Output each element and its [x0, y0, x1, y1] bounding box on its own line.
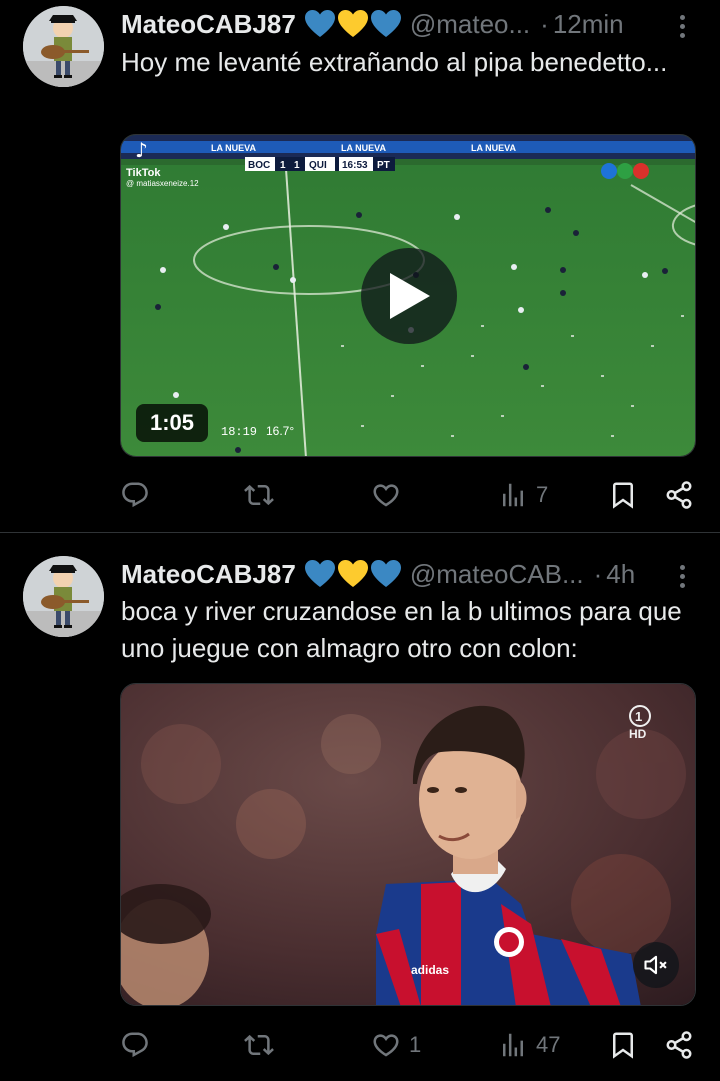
reply-button[interactable]	[120, 475, 158, 515]
score-home-goals: 1	[280, 160, 286, 171]
ad-board-text: LA NUEVA	[471, 143, 517, 153]
tweet-header: MateoCABJ87 @mateo... · 12min	[121, 4, 700, 44]
blue-heart-icon	[304, 560, 335, 587]
tweet-text: Hoy me levanté extrañando al pipa benede…	[121, 47, 668, 77]
blue-heart-icon	[370, 560, 401, 587]
score-period: PT	[377, 160, 390, 171]
share-icon	[666, 481, 692, 509]
separator-dot: ·	[540, 8, 549, 39]
channel-logo	[601, 163, 649, 179]
score-team-away: QUI	[309, 160, 327, 171]
tiktok-label: TikTok	[126, 167, 161, 179]
bookmark-button[interactable]	[608, 475, 638, 515]
blue-heart-icon	[370, 10, 401, 37]
separator-dot: ·	[593, 558, 603, 589]
play-icon	[390, 273, 430, 319]
tweet-actions: 7	[120, 475, 700, 515]
channel-number: 1	[635, 709, 642, 724]
score-clock: 16:53	[342, 160, 368, 171]
scoreboard: BOC 1 1 QUI 16:53 PT	[245, 157, 395, 171]
video-player[interactable]: LA NUEVA LA NUEVA LA NUEVA BOC 1 1 QUI 1…	[120, 134, 696, 457]
more-dots-icon[interactable]	[664, 558, 700, 594]
kit-brand: adidas	[411, 963, 449, 977]
tweet-text: boca y river cruzandose en la b ultimos …	[121, 596, 682, 663]
video-duration: 1:05	[150, 410, 195, 435]
overlay-time: 18:19	[221, 425, 257, 439]
channel-hd: HD	[629, 727, 647, 741]
avatar-cartoon-guitarist	[23, 6, 104, 87]
avatar[interactable]	[23, 6, 104, 87]
share-button[interactable]	[664, 475, 694, 515]
score-away-goals: 1	[294, 160, 300, 171]
display-name[interactable]: MateoCABJ87	[121, 9, 296, 40]
retweet-icon	[244, 1034, 274, 1056]
handle[interactable]: @mateoCAB...	[410, 559, 584, 590]
ad-board-text: LA NUEVA	[211, 143, 257, 153]
handle[interactable]: @mateo...	[410, 9, 530, 40]
share-icon	[666, 1031, 692, 1059]
share-button[interactable]	[664, 1025, 694, 1065]
timestamp[interactable]: 12min	[553, 9, 624, 40]
like-count: 1	[409, 1032, 422, 1057]
reply-button[interactable]	[120, 1025, 158, 1065]
tweet-2[interactable]: MateoCABJ87 @mateoCAB... · 4h boca y riv…	[0, 533, 720, 1081]
views-button[interactable]: 7	[498, 475, 548, 515]
views-icon	[503, 483, 523, 507]
timestamp[interactable]: 4h	[606, 559, 635, 590]
retweet-button[interactable]	[244, 475, 282, 515]
more-dots-icon[interactable]	[664, 8, 700, 44]
avatar-cartoon-guitarist	[23, 556, 104, 637]
tweet-header: MateoCABJ87 @mateoCAB... · 4h	[121, 554, 700, 594]
retweet-icon	[244, 484, 274, 506]
video-duration-badge: 1:05	[136, 404, 209, 442]
blue-heart-icon	[304, 10, 335, 37]
reply-icon	[122, 482, 148, 508]
bookmark-button[interactable]	[608, 1025, 638, 1065]
avatar[interactable]	[23, 556, 104, 637]
name-emojis	[304, 559, 402, 589]
views-count: 7	[536, 482, 549, 507]
views-count: 47	[536, 1032, 561, 1057]
play-button[interactable]	[361, 248, 457, 344]
views-icon	[503, 1033, 523, 1057]
yellow-heart-icon	[337, 10, 368, 37]
football-player-video-frame: adidas 1 HD	[121, 684, 695, 1005]
name-emojis	[304, 9, 402, 39]
reply-icon	[122, 1032, 148, 1058]
like-button[interactable]: 1	[371, 1025, 421, 1065]
tiktok-user: @ matiasxeneize.12	[126, 179, 199, 188]
retweet-button[interactable]	[244, 1025, 282, 1065]
views-button[interactable]: 47	[498, 1025, 560, 1065]
overlay-temperature: 16.7°	[266, 424, 294, 438]
like-icon	[373, 1034, 399, 1057]
video-player[interactable]: adidas 1 HD	[120, 683, 696, 1006]
like-button[interactable]	[371, 475, 409, 515]
tweet-actions: 1 47	[120, 1025, 700, 1065]
tweet-1[interactable]: MateoCABJ87 @mateo... · 12min Hoy me lev…	[0, 0, 720, 533]
display-name[interactable]: MateoCABJ87	[121, 559, 296, 590]
svg-text:♪: ♪	[135, 138, 148, 162]
ad-board-text: LA NUEVA	[341, 143, 387, 153]
mute-icon	[644, 955, 667, 975]
mute-button[interactable]	[633, 942, 679, 988]
yellow-heart-icon	[337, 560, 368, 587]
like-icon	[373, 484, 399, 507]
bookmark-icon	[613, 482, 633, 509]
score-team-home: BOC	[248, 160, 270, 171]
bookmark-icon	[613, 1032, 633, 1059]
